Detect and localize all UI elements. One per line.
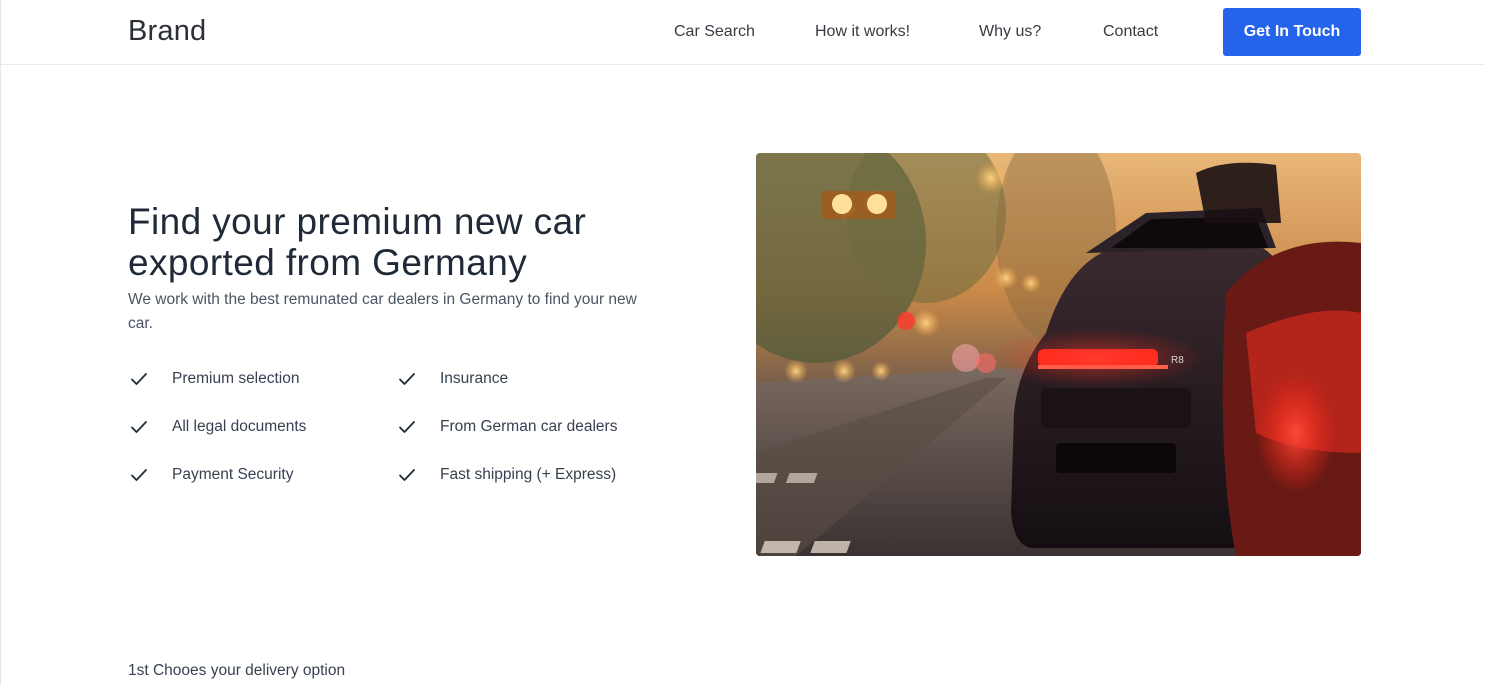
feature-item: All legal documents [128, 414, 306, 440]
check-icon [399, 421, 415, 433]
delivery-section-heading: 1st Chooes your delivery option [128, 662, 346, 679]
check-icon [399, 469, 415, 481]
feature-item: Fast shipping (+ Express) [396, 462, 616, 488]
check-icon [399, 373, 415, 385]
page: Brand Car Search How it works! Why us? C… [0, 0, 1485, 685]
car-photo: R8 [756, 153, 1361, 556]
feature-label: From German car dealers [440, 418, 618, 435]
feature-item: From German car dealers [396, 414, 617, 440]
nav-link-contact[interactable]: Contact [1103, 23, 1158, 41]
nav-link-car-search[interactable]: Car Search [674, 23, 755, 41]
feature-label: Insurance [440, 370, 509, 387]
feature-label: All legal documents [172, 418, 307, 435]
hero-subtitle: We work with the best remunated car deal… [128, 291, 637, 332]
feature-label: Fast shipping (+ Express) [440, 466, 617, 483]
hero-title: Find your premium new car exported from … [128, 201, 688, 283]
car-badge: R8 [1171, 355, 1184, 366]
check-icon [131, 373, 147, 385]
nav-link-why-us[interactable]: Why us? [979, 23, 1041, 41]
hero-car-image: R8 [756, 153, 1361, 556]
feature-label: Premium selection [172, 370, 300, 387]
check-icon [131, 469, 147, 481]
hero-title-line-2: exported from Germany [128, 242, 528, 283]
get-in-touch-button[interactable]: Get In Touch [1223, 8, 1361, 56]
hero-title-line-1: Find your premium new car [128, 201, 587, 242]
feature-label: Payment Security [172, 466, 294, 483]
feature-item: Insurance [396, 366, 508, 392]
feature-item: Payment Security [128, 462, 293, 488]
nav-link-how-it-works[interactable]: How it works! [815, 23, 910, 41]
navbar: Brand Car Search How it works! Why us? C… [1, 0, 1485, 65]
check-icon [131, 421, 147, 433]
feature-item: Premium selection [128, 366, 300, 392]
